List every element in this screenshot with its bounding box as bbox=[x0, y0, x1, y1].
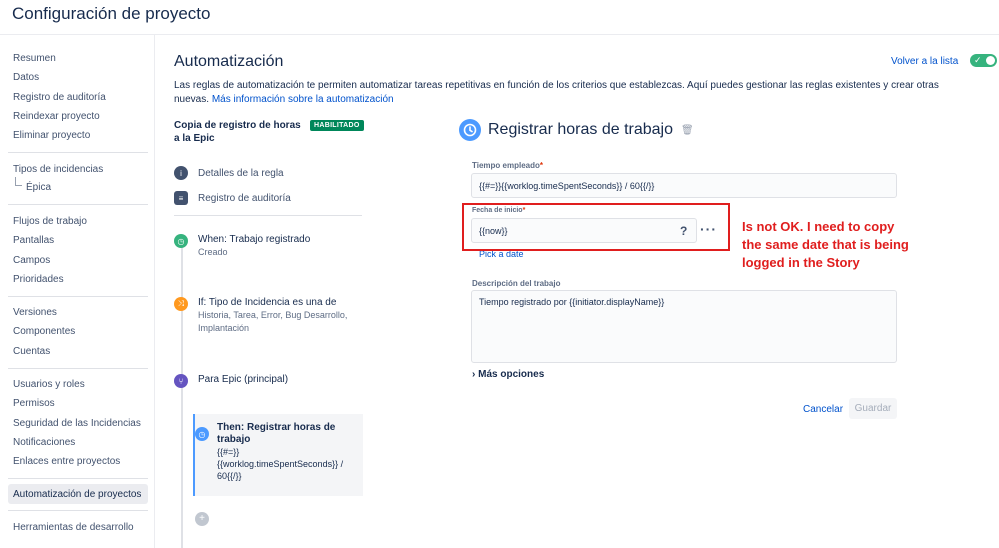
sidebar-divider bbox=[8, 510, 148, 511]
sidebar-item-componentes[interactable]: Componentes bbox=[13, 326, 75, 337]
sidebar-item-epica[interactable]: Épica bbox=[26, 182, 51, 193]
save-button[interactable]: Guardar bbox=[849, 398, 897, 419]
section-description: Las reglas de automatización te permiten… bbox=[174, 79, 964, 107]
add-step-icon[interactable]: + bbox=[195, 512, 209, 526]
annotation-highlight-box bbox=[462, 203, 730, 251]
sidebar-item-pantallas[interactable]: Pantallas bbox=[13, 235, 54, 246]
sidebar-item-tipos-incidencias[interactable]: Tipos de incidencias bbox=[13, 164, 103, 175]
sidebar: Resumen Datos Registro de auditoría Rein… bbox=[0, 35, 155, 548]
cancel-button[interactable]: Cancelar bbox=[803, 404, 843, 415]
sidebar-divider bbox=[8, 296, 148, 297]
tree-branch-icon bbox=[15, 177, 22, 186]
page-title: Configuración de proyecto bbox=[12, 4, 211, 23]
sidebar-item-campos[interactable]: Campos bbox=[13, 255, 50, 266]
sidebar-item-cuentas[interactable]: Cuentas bbox=[13, 346, 50, 357]
sidebar-divider bbox=[8, 204, 148, 205]
step-if-sub: Historia, Tarea, Error, Bug Desarrollo, … bbox=[198, 310, 348, 333]
sidebar-item-resumen[interactable]: Resumen bbox=[13, 53, 56, 64]
sidebar-item-herramientas[interactable]: Herramientas de desarrollo bbox=[13, 522, 134, 533]
work-description-textarea[interactable]: Tiempo registrado por {{initiator.displa… bbox=[471, 290, 897, 363]
annotation-text: Is not OK. I need to copy the same date … bbox=[742, 219, 909, 270]
rule-enabled-toggle[interactable]: ✓ bbox=[970, 54, 997, 67]
step-when[interactable]: ◷ When: Trabajo registrado Creado bbox=[174, 233, 310, 259]
time-spent-label: Tiempo empleado* bbox=[472, 161, 543, 170]
sidebar-item-automatizacion[interactable]: Automatización de proyectos bbox=[13, 489, 141, 500]
sidebar-item-notificaciones[interactable]: Notificaciones bbox=[13, 437, 75, 448]
form-header: Registrar horas de trabajo 🗑 bbox=[459, 119, 694, 141]
clock-icon: ◷ bbox=[195, 427, 209, 441]
step-if-title: If: Tipo de Incidencia es una de bbox=[198, 297, 337, 308]
clock-icon: ◷ bbox=[174, 234, 188, 248]
form-title: Registrar horas de trabajo bbox=[488, 121, 673, 138]
sidebar-item-registro-auditoria[interactable]: Registro de auditoría bbox=[13, 92, 106, 103]
step-if[interactable]: ⤨ If: Tipo de Incidencia es una de Histo… bbox=[174, 296, 363, 335]
sidebar-item-datos[interactable]: Datos bbox=[13, 72, 39, 83]
rule-details-link[interactable]: i Detalles de la regla bbox=[174, 166, 284, 180]
sidebar-item-versiones[interactable]: Versiones bbox=[13, 307, 57, 318]
step-branch-title: Para Epic (principal) bbox=[198, 374, 289, 385]
step-then-title: Then: Registrar horas de trabajo bbox=[217, 422, 336, 445]
back-to-list-link[interactable]: Volver a la lista bbox=[891, 56, 958, 67]
step-branch[interactable]: ⑂ Para Epic (principal) bbox=[174, 373, 288, 388]
time-spent-input[interactable]: {{#=}}{{worklog.timeSpentSeconds}} / 60{… bbox=[471, 173, 897, 198]
rule-name: Copia de registro de horas a la Epic bbox=[174, 120, 301, 144]
more-options-toggle[interactable]: › Más opciones bbox=[472, 369, 544, 380]
rule-links-divider bbox=[174, 215, 362, 216]
chevron-right-icon: › bbox=[472, 369, 476, 380]
step-when-sub: Creado bbox=[198, 247, 228, 257]
step-when-title: When: Trabajo registrado bbox=[198, 234, 311, 245]
rule-details-label: Detalles de la regla bbox=[198, 167, 284, 179]
sidebar-item-enlaces[interactable]: Enlaces entre proyectos bbox=[13, 456, 120, 467]
sidebar-item-reindexar[interactable]: Reindexar proyecto bbox=[13, 111, 100, 122]
check-icon: ✓ bbox=[974, 55, 982, 65]
sidebar-item-seguridad[interactable]: Seguridad de las Incidencias bbox=[13, 418, 141, 429]
sidebar-item-permisos[interactable]: Permisos bbox=[13, 398, 55, 409]
sidebar-divider bbox=[8, 368, 148, 369]
section-title: Automatización bbox=[174, 53, 284, 70]
work-description-label: Descripción del trabajo bbox=[472, 279, 561, 288]
sidebar-divider bbox=[8, 152, 148, 153]
sidebar-item-eliminar[interactable]: Eliminar proyecto bbox=[13, 130, 90, 141]
list-icon: ≡ bbox=[174, 191, 188, 205]
sidebar-item-flujos[interactable]: Flujos de trabajo bbox=[13, 216, 87, 227]
branch-icon: ⑂ bbox=[174, 374, 188, 388]
trash-icon[interactable]: 🗑 bbox=[681, 125, 694, 136]
sidebar-divider bbox=[8, 478, 148, 479]
shuffle-icon: ⤨ bbox=[174, 297, 188, 311]
more-info-link[interactable]: Más información sobre la automatización bbox=[212, 94, 394, 105]
rule-audit-link[interactable]: ≡ Registro de auditoría bbox=[174, 191, 291, 205]
status-badge: HABILITADO bbox=[310, 120, 364, 131]
clock-icon bbox=[459, 119, 481, 141]
info-icon: i bbox=[174, 166, 188, 180]
step-then[interactable]: ◷ Then: Registrar horas de trabajo {{#=}… bbox=[193, 422, 357, 482]
toggle-knob bbox=[986, 56, 995, 65]
step-then-sub: {{#=}}{{worklog.timeSpentSeconds}} / 60{… bbox=[217, 447, 344, 481]
rule-audit-label: Registro de auditoría bbox=[198, 192, 291, 204]
rule-flow-line bbox=[181, 246, 183, 548]
sidebar-item-usuarios-roles[interactable]: Usuarios y roles bbox=[13, 379, 85, 390]
sidebar-item-prioridades[interactable]: Prioridades bbox=[13, 274, 64, 285]
